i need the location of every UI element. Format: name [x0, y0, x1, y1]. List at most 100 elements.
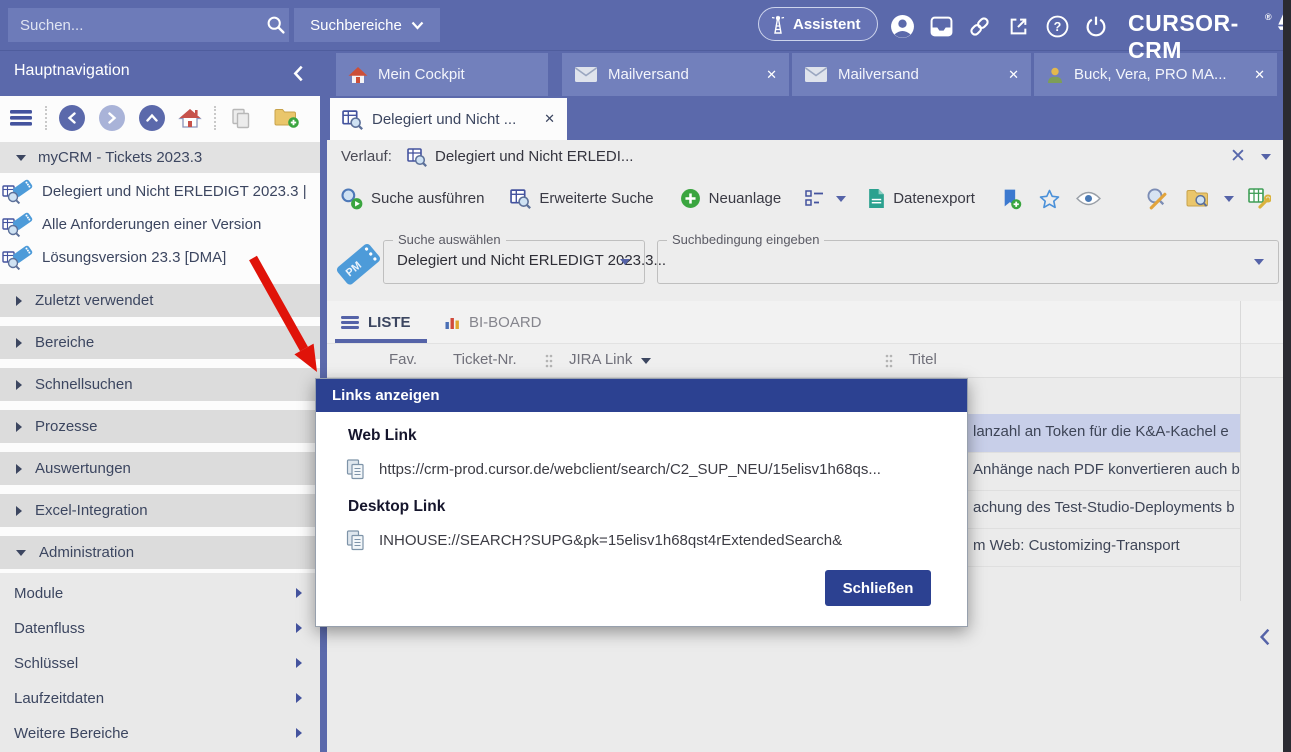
global-search[interactable]	[8, 8, 289, 42]
tab-mein-cockpit[interactable]: Mein Cockpit	[336, 53, 548, 96]
inbox-icon[interactable]	[928, 13, 954, 39]
collapse-panel-icon[interactable]	[1259, 628, 1271, 646]
nav-back-icon[interactable]	[57, 103, 87, 133]
chevron-down-icon	[411, 21, 424, 30]
link-icon[interactable]	[966, 13, 992, 39]
close-subtab-icon[interactable]: ✕	[544, 111, 555, 127]
assistant-button[interactable]: Assistent	[758, 7, 878, 41]
desktop-link-url[interactable]: INHOUSE://SEARCH?SUPG&pk=15elisv1h68qst4…	[379, 532, 842, 549]
extended-search-button[interactable]: Erweiterte Suche	[510, 188, 653, 209]
drag-handle-icon[interactable]	[545, 354, 553, 368]
sidebar-section-prozesse[interactable]: Prozesse	[0, 410, 320, 443]
sidebar: myCRM - Tickets 2023.3 Delegiert und Nic…	[0, 140, 320, 752]
view-config-button[interactable]	[805, 190, 846, 207]
column-fav[interactable]: Fav.	[389, 351, 417, 368]
copy-icon[interactable]	[346, 459, 365, 480]
home-icon	[348, 66, 368, 84]
sidebar-section-schnellsuchen[interactable]: Schnellsuchen	[0, 368, 320, 401]
button-label: Suche ausführen	[371, 190, 484, 207]
folder-search-button[interactable]	[1186, 188, 1234, 209]
column-jira-link[interactable]: JIRA Link	[569, 351, 632, 368]
edit-search-button[interactable]	[1145, 187, 1168, 210]
close-dialog-button[interactable]: Schließen	[825, 570, 931, 606]
copy-icon[interactable]	[346, 530, 365, 551]
collapse-sidebar-icon[interactable]	[293, 65, 304, 82]
search-icon[interactable]	[263, 12, 289, 38]
tree-item-delegiert[interactable]: Delegiert und Nicht ERLEDIGT 2023.3 |	[0, 175, 320, 208]
bar-chart-icon	[445, 315, 460, 330]
chevron-down-icon[interactable]	[620, 259, 630, 265]
user-icon[interactable]	[889, 13, 915, 39]
drag-handle-icon[interactable]	[885, 354, 893, 368]
sidebar-section-administration[interactable]: Administration	[0, 536, 320, 569]
section-label: Bereiche	[35, 334, 94, 351]
clear-history-icon[interactable]: ✕	[1230, 145, 1246, 168]
close-tab-icon[interactable]: ✕	[1008, 67, 1019, 83]
table-search-icon	[407, 147, 427, 171]
tree-root[interactable]: myCRM - Tickets 2023.3	[0, 142, 320, 173]
web-link-url[interactable]: https://crm-prod.cursor.de/webclient/sea…	[379, 461, 881, 478]
search-select-field[interactable]: Suche auswählen Delegiert und Nicht ERLE…	[383, 240, 645, 284]
sidebar-item-weitere-bereiche[interactable]: Weitere Bereiche	[0, 715, 320, 751]
table-search-icon	[342, 109, 363, 130]
tab-mailversand-2[interactable]: Mailversand ✕	[792, 53, 1031, 96]
new-record-button[interactable]: Neuanlage	[680, 188, 782, 209]
home-icon[interactable]	[175, 103, 205, 133]
mail-icon	[804, 66, 828, 83]
sidebar-section-excel-integration[interactable]: Excel-Integration	[0, 494, 320, 527]
watch-eye-button[interactable]	[1076, 191, 1101, 206]
toolbar-separator	[214, 106, 217, 130]
data-export-button[interactable]: Datenexport	[868, 188, 975, 209]
sidebar-section-zuletzt-verwendet[interactable]: Zuletzt verwendet	[0, 284, 320, 317]
search-ticket-icon	[2, 179, 34, 205]
copy-icon[interactable]	[226, 103, 256, 133]
search-input[interactable]	[8, 17, 263, 34]
tree-item-label: Alle Anforderungen einer Version	[42, 216, 261, 233]
tab-liste[interactable]: LISTE	[341, 301, 411, 343]
web-link-row[interactable]: https://crm-prod.cursor.de/webclient/sea…	[346, 459, 881, 480]
external-link-icon[interactable]	[1005, 13, 1031, 39]
bookmark-add-button[interactable]	[1001, 188, 1022, 210]
star-icon	[1039, 189, 1060, 209]
close-tab-icon[interactable]: ✕	[1254, 67, 1265, 83]
history-value[interactable]: Delegiert und Nicht ERLEDI...	[435, 148, 633, 165]
subtab-delegiert[interactable]: Delegiert und Nicht ... ✕	[330, 98, 567, 140]
help-icon[interactable]: ?	[1044, 13, 1070, 39]
tab-bi-board[interactable]: BI-BOARD	[445, 301, 542, 343]
brand-logo: CURSOR-CRM®	[1128, 10, 1291, 64]
sidebar-item-schluessel[interactable]: Schlüssel	[0, 645, 320, 681]
history-label: Verlauf:	[341, 148, 392, 165]
sidebar-item-module[interactable]: Module	[0, 575, 320, 611]
search-edit-icon	[1145, 187, 1168, 210]
table-right-border	[1240, 301, 1241, 601]
power-icon[interactable]	[1083, 13, 1109, 39]
run-search-button[interactable]: Suche ausführen	[340, 187, 484, 210]
close-tab-icon[interactable]: ✕	[766, 67, 777, 83]
column-ticket-nr[interactable]: Ticket-Nr.	[453, 351, 517, 368]
desktop-link-row[interactable]: INHOUSE://SEARCH?SUPG&pk=15elisv1h68qst4…	[346, 530, 842, 551]
tab-mailversand-1[interactable]: Mailversand ✕	[562, 53, 789, 96]
dialog-title-bar[interactable]: Links anzeigen	[316, 379, 967, 412]
tree-item-loesungsversion[interactable]: Lösungsversion 23.3 [DMA]	[0, 241, 320, 274]
history-dropdown-icon[interactable]	[1261, 154, 1271, 160]
table-settings-button[interactable]	[1248, 188, 1271, 209]
search-scope-button[interactable]: Suchbereiche	[294, 8, 440, 42]
tree-item-alle-anforderungen[interactable]: Alle Anforderungen einer Version	[0, 208, 320, 241]
sidebar-section-bereiche[interactable]: Bereiche	[0, 326, 320, 359]
table-header: Fav. Ticket-Nr. JIRA Link Titel	[327, 343, 1283, 378]
sidebar-item-laufzeitdaten[interactable]: Laufzeitdaten	[0, 680, 320, 716]
favorite-star-button[interactable]	[1039, 189, 1060, 209]
chevron-right-icon	[296, 588, 302, 598]
folder-add-icon[interactable]	[272, 103, 302, 133]
menu-icon[interactable]	[6, 103, 36, 133]
sidebar-section-auswertungen[interactable]: Auswertungen	[0, 452, 320, 485]
chevron-right-icon	[296, 728, 302, 738]
sort-icon[interactable]	[641, 358, 651, 364]
sidebar-item-datenfluss[interactable]: Datenfluss	[0, 610, 320, 646]
search-condition-field[interactable]: Suchbedingung eingeben	[657, 240, 1279, 284]
chevron-down-icon[interactable]	[1254, 259, 1264, 265]
column-titel[interactable]: Titel	[909, 351, 937, 368]
nav-forward-icon[interactable]	[97, 103, 127, 133]
eye-icon	[1076, 191, 1101, 206]
nav-up-icon[interactable]	[137, 103, 167, 133]
